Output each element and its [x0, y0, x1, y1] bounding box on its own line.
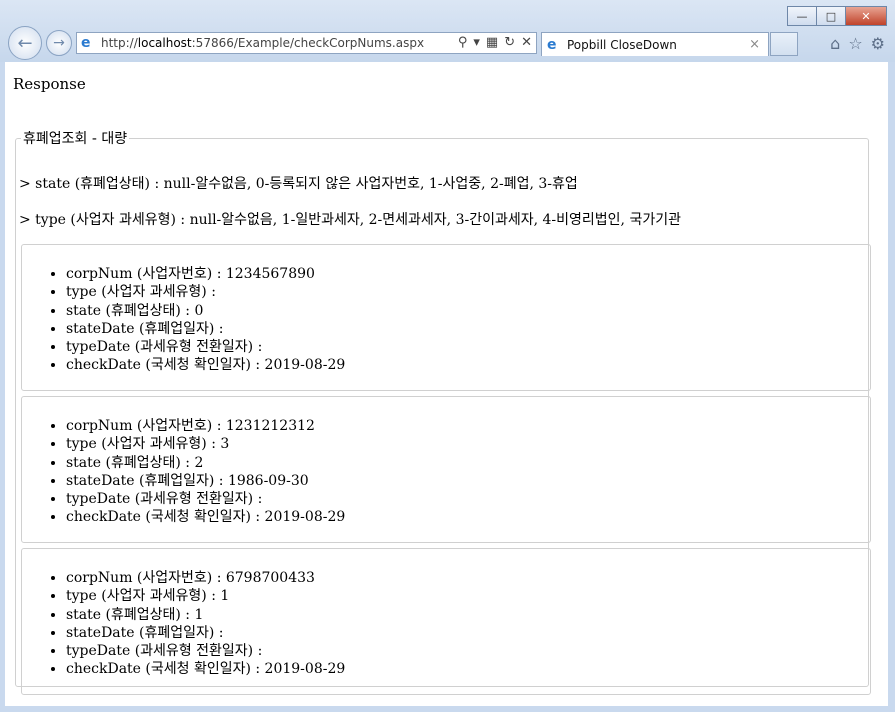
state-item: state (휴폐업상태) : 0	[66, 302, 345, 320]
url-prefix: http://	[101, 36, 138, 50]
new-tab-button[interactable]	[770, 32, 798, 56]
checkdate-item: checkDate (국세청 확인일자) : 2019-08-29	[66, 356, 345, 374]
result-list: corpNum (사업자번호) : 6798700433 type (사업자 과…	[22, 569, 345, 679]
corpnum-item: corpNum (사업자번호) : 1231212312	[66, 417, 345, 435]
closedown-fieldset: 휴폐업조회 - 대량 > state (휴폐업상태) : null-알수없음, …	[15, 128, 871, 695]
back-arrow-icon: ←	[17, 32, 33, 54]
maximize-button[interactable]: □	[816, 6, 846, 26]
forward-arrow-icon: →	[53, 35, 65, 51]
type-item: type (사업자 과세유형) :	[66, 283, 345, 301]
browser-chrome: — □ ✕ ← → e http://localhost:57866/Examp…	[0, 0, 895, 62]
checkdate-item: checkDate (국세청 확인일자) : 2019-08-29	[66, 508, 345, 526]
result-card: corpNum (사업자번호) : 6798700433 type (사업자 과…	[21, 548, 871, 695]
statedate-item: stateDate (휴폐업일자) : 1986-09-30	[66, 472, 345, 490]
compatibility-icon[interactable]: ▦	[486, 35, 498, 50]
address-tools: ⚲ ▾ ▦ ↻ ✕	[458, 35, 532, 50]
statedate-item: stateDate (휴폐업일자) :	[66, 320, 345, 338]
favorites-star-icon[interactable]: ☆	[848, 34, 862, 53]
window-controls: — □ ✕	[787, 6, 887, 26]
result-list: corpNum (사업자번호) : 1234567890 type (사업자 과…	[22, 265, 345, 375]
tab-popbill-closedown[interactable]: e Popbill CloseDown ×	[541, 32, 769, 56]
type-item: type (사업자 과세유형) : 3	[66, 435, 345, 453]
state-item: state (휴폐업상태) : 1	[66, 606, 345, 624]
url-path: :57866/Example/checkCorpNums.aspx	[191, 36, 425, 50]
home-icon[interactable]: ⌂	[830, 34, 840, 53]
corpnum-item: corpNum (사업자번호) : 6798700433	[66, 569, 345, 587]
typedate-item: typeDate (과세유형 전환일자) :	[66, 490, 345, 508]
corpnum-item: corpNum (사업자번호) : 1234567890	[66, 265, 345, 283]
minimize-button[interactable]: —	[787, 6, 817, 26]
url-host: localhost	[137, 36, 192, 50]
state-description: > state (휴폐업상태) : null-알수없음, 0-등록되지 않은 사…	[19, 176, 578, 192]
type-description: > type (사업자 과세유형) : null-알수없음, 1-일반과세자, …	[19, 212, 681, 228]
forward-button[interactable]: →	[46, 30, 72, 56]
url-text[interactable]: http://localhost:57866/Example/checkCorp…	[101, 36, 424, 50]
typedate-item: typeDate (과세유형 전환일자) :	[66, 642, 345, 660]
gear-icon[interactable]: ⚙	[871, 34, 885, 53]
checkdate-item: checkDate (국세청 확인일자) : 2019-08-29	[66, 660, 345, 678]
dropdown-icon[interactable]: ▾	[473, 35, 480, 50]
result-list: corpNum (사업자번호) : 1231212312 type (사업자 과…	[22, 417, 345, 527]
address-bar[interactable]: e http://localhost:57866/Example/checkCo…	[76, 32, 537, 54]
refresh-icon[interactable]: ↻	[504, 35, 515, 50]
page-content: Response 휴폐업조회 - 대량 > state (휴폐업상태) : nu…	[5, 62, 888, 706]
tab-close-button[interactable]: ×	[749, 37, 760, 52]
statedate-item: stateDate (휴폐업일자) :	[66, 624, 345, 642]
response-label: Response	[13, 75, 86, 93]
fieldset-legend: 휴폐업조회 - 대량	[23, 131, 128, 147]
result-card: corpNum (사업자번호) : 1234567890 type (사업자 과…	[21, 244, 871, 391]
type-item: type (사업자 과세유형) : 1	[66, 587, 345, 605]
tab-title: Popbill CloseDown	[567, 38, 677, 52]
ie-icon: e	[81, 35, 91, 51]
typedate-item: typeDate (과세유형 전환일자) :	[66, 338, 345, 356]
stop-icon[interactable]: ✕	[521, 35, 532, 50]
ie-tab-icon: e	[547, 37, 557, 53]
result-card: corpNum (사업자번호) : 1231212312 type (사업자 과…	[21, 396, 871, 543]
close-window-button[interactable]: ✕	[845, 6, 887, 26]
search-icon[interactable]: ⚲	[458, 35, 468, 50]
toolbar-icons: ⌂ ☆ ⚙	[830, 34, 885, 53]
state-item: state (휴폐업상태) : 2	[66, 454, 345, 472]
back-button[interactable]: ←	[8, 26, 42, 60]
